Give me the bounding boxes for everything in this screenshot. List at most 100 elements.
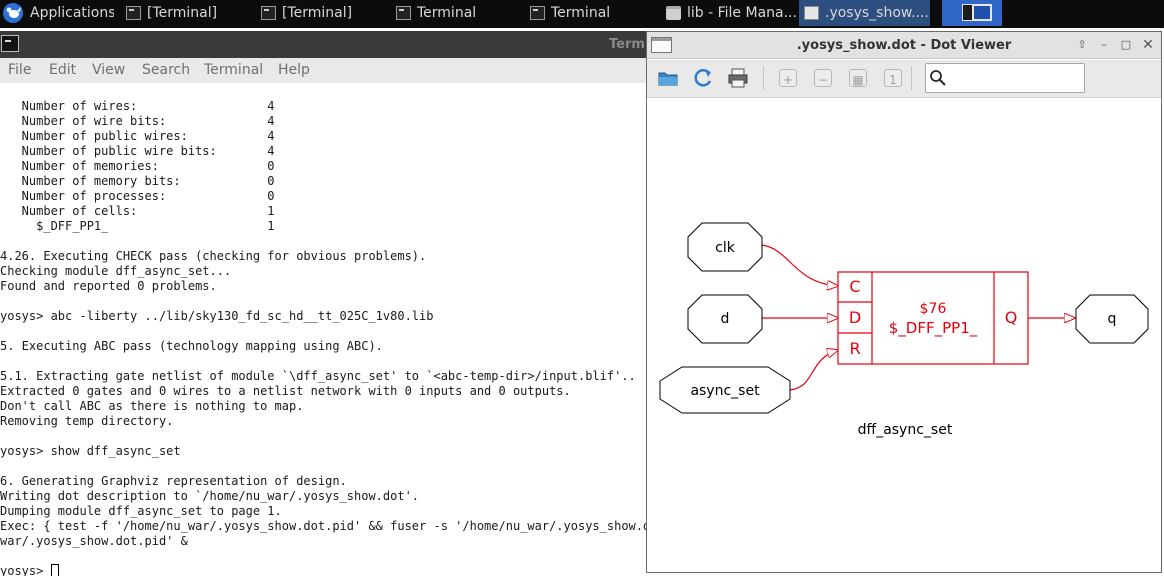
refresh-icon[interactable]: [692, 67, 714, 89]
terminal-line: 5. Executing ABC pass (technology mappin…: [0, 339, 383, 353]
top-panel: Applications [Terminal] [Terminal] Termi…: [0, 0, 1164, 28]
terminal-line: Number of processes: 0: [0, 189, 275, 203]
node-label: clk: [715, 240, 736, 256]
menu-search[interactable]: Search: [142, 62, 190, 78]
taskbar-item-terminal-2[interactable]: [Terminal]: [261, 0, 391, 26]
terminal-line: $_DFF_PP1_ 1: [0, 219, 275, 233]
window-icon: [804, 6, 819, 20]
terminal-icon: [396, 6, 411, 20]
search-input[interactable]: [950, 68, 1080, 88]
terminal-icon: [530, 6, 545, 20]
maximize-icon[interactable]: □: [1119, 38, 1133, 52]
terminal-prompt: yosys>: [0, 564, 51, 576]
terminal-line: 5.1. Extracting gate netlist of module `…: [0, 369, 636, 383]
task-label: [Terminal]: [282, 5, 353, 21]
task-label: [Terminal]: [147, 5, 218, 21]
terminal-line: Number of public wires: 4: [0, 129, 275, 143]
terminal-line: yosys> abc -liberty ../lib/sky130_fd_sc_…: [0, 309, 434, 323]
applications-label: Applications: [30, 5, 114, 21]
zoom-100-icon[interactable]: 1: [884, 69, 902, 87]
terminal-icon: [261, 6, 276, 20]
dot-viewer-window: .yosys_show.dot - Dot Viewer ⇧ – □ ✕ + −…: [646, 31, 1162, 573]
taskbar-item-file-manager[interactable]: lib - File Mana...: [666, 0, 796, 26]
node-label: async_set: [690, 383, 760, 399]
task-label: Terminal: [551, 5, 611, 21]
terminal-line: Number of memory bits: 0: [0, 174, 275, 188]
terminal-titlebar[interactable]: Termi: [0, 31, 660, 58]
terminal-output[interactable]: Number of wires: 4 Number of wire bits: …: [0, 83, 660, 576]
terminal-line: Number of cells: 1: [0, 204, 275, 218]
taskbar-item-terminal-1[interactable]: [Terminal]: [126, 0, 256, 26]
cell-port-d: D: [849, 308, 861, 327]
terminal-line: Number of wires: 4: [0, 99, 275, 113]
graph-canvas[interactable]: clk d async_set C D R $76 $_DFF_PP1_ Q q…: [648, 99, 1160, 572]
terminal-line: yosys> show dff_async_set: [0, 444, 181, 458]
menu-help[interactable]: Help: [278, 62, 310, 78]
terminal-line: Removing temp directory.: [0, 414, 174, 428]
taskbar-item-dot-viewer[interactable]: .yosys_show....: [799, 0, 930, 26]
search-field[interactable]: [925, 63, 1085, 93]
terminal-line: Don't call ABC as there is nothing to ma…: [0, 399, 304, 413]
menu-edit[interactable]: Edit: [49, 62, 76, 78]
close-icon[interactable]: ✕: [1141, 38, 1155, 52]
menu-terminal[interactable]: Terminal: [204, 62, 263, 78]
terminal-title: Termi: [609, 37, 650, 52]
print-icon[interactable]: [727, 67, 749, 89]
taskbar-item-terminal-3[interactable]: Terminal: [396, 0, 526, 26]
node-input-async-set[interactable]: async_set: [659, 366, 791, 414]
node-output-q[interactable]: q: [1075, 294, 1149, 344]
terminal-icon: [126, 6, 141, 20]
terminal-menubar: File Edit View Search Terminal Help: [0, 58, 660, 83]
cell-type: $_DFF_PP1_: [889, 319, 978, 338]
terminal-line: Exec: { test -f '/home/nu_war/.yosys_sho…: [0, 519, 660, 533]
search-icon: [930, 70, 946, 86]
terminal-line: Number of public wire bits: 4: [0, 144, 275, 158]
terminal-line: Extracted 0 gates and 0 wires to a netli…: [0, 384, 571, 398]
terminal-line: Number of memories: 0: [0, 159, 275, 173]
folder-icon: [666, 6, 681, 20]
open-folder-icon[interactable]: [657, 67, 679, 89]
terminal-icon: [1, 35, 19, 52]
xfce-mouse-icon: [3, 3, 23, 23]
node-label: q: [1108, 311, 1117, 327]
taskbar-item-terminal-4[interactable]: Terminal: [530, 0, 658, 26]
terminal-line: Dumping module dff_async_set to page 1.: [0, 504, 282, 518]
menu-view[interactable]: View: [92, 62, 125, 78]
applications-menu-button[interactable]: Applications: [2, 0, 114, 26]
task-label: Terminal: [417, 5, 477, 21]
graph-svg: clk d async_set C D R $76 $_DFF_PP1_ Q q…: [659, 222, 1149, 438]
menu-file[interactable]: File: [8, 62, 31, 78]
terminal-cursor: [50, 564, 59, 576]
shade-icon[interactable]: ⇧: [1075, 38, 1089, 52]
zoom-fit-icon[interactable]: ▦: [849, 69, 867, 87]
task-label: .yosys_show....: [825, 5, 929, 21]
cell-dff-pp1[interactable]: C D R $76 $_DFF_PP1_ Q: [837, 271, 1029, 365]
edge-async-set-to-r: [789, 350, 838, 391]
workspace-switcher[interactable]: [942, 0, 1002, 26]
toolbar-separator: [763, 66, 764, 90]
dot-viewer-titlebar[interactable]: .yosys_show.dot - Dot Viewer ⇧ – □ ✕: [647, 32, 1161, 59]
node-label: d: [721, 311, 730, 327]
terminal-prompt-line[interactable]: yosys>: [0, 564, 660, 576]
node-input-d[interactable]: d: [687, 294, 763, 344]
terminal-lines: Number of wires: 4 Number of wire bits: …: [0, 99, 660, 576]
minimize-icon[interactable]: –: [1097, 38, 1111, 52]
cell-port-c: C: [849, 277, 860, 296]
toolbar-separator: [911, 66, 912, 90]
terminal-line: war/.yosys_show.dot.pid' &: [0, 534, 188, 548]
terminal-line: Checking module dff_async_set...: [0, 264, 232, 278]
zoom-out-icon[interactable]: −: [814, 69, 832, 87]
edge-clk-to-c: [761, 244, 838, 286]
terminal-line: 4.26. Executing CHECK pass (checking for…: [0, 249, 427, 263]
workspace-window-icon: [972, 4, 992, 21]
task-label: lib - File Mana...: [687, 5, 796, 21]
zoom-in-icon[interactable]: +: [779, 69, 797, 87]
node-input-clk[interactable]: clk: [687, 222, 763, 272]
terminal-line: Found and reported 0 problems.: [0, 279, 217, 293]
